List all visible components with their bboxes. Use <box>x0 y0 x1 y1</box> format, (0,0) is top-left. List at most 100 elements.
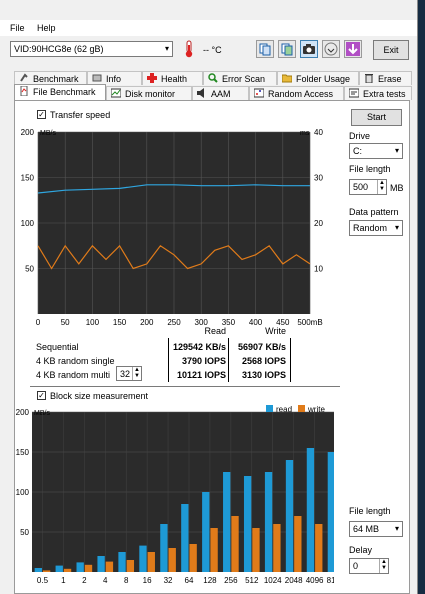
read-bar <box>76 562 84 572</box>
tab-aam[interactable]: AAM <box>192 86 249 100</box>
result-write: 2568 IOPS <box>241 356 286 366</box>
x-tick-label: 16 <box>143 576 152 585</box>
result-label: 4 KB random single <box>36 356 115 366</box>
x-tick-label: 2 <box>82 576 87 585</box>
copy-image-icon <box>281 43 293 56</box>
health-icon <box>147 73 157 83</box>
tab-random-access[interactable]: Random Access <box>249 86 344 100</box>
read-header: Read <box>204 326 226 336</box>
read-bar <box>181 504 189 572</box>
tab-benchmark[interactable]: Benchmark <box>14 71 87 85</box>
queue-depth-value: 32 <box>120 369 131 379</box>
tab-extra-tests-label: Extra tests <box>363 89 406 99</box>
legend-write-swatch <box>298 405 305 412</box>
error-scan-icon <box>208 73 218 83</box>
spin-arrows-icon[interactable]: ▲ ▼ <box>132 367 141 380</box>
data-pattern-value: Random <box>353 223 388 233</box>
menu-file[interactable]: File <box>10 23 25 33</box>
y-tick-label: 50 <box>25 265 34 274</box>
app-window: File Help VID:90HCG8e (62 gB) ▾ -- °C Ex… <box>0 0 418 594</box>
read-bar <box>285 460 294 572</box>
y-unit-label: MB/s <box>40 130 56 137</box>
y-tick-label: 150 <box>21 174 35 183</box>
write-bar <box>147 552 155 572</box>
x-tick-label: 4096 <box>306 576 324 585</box>
tab-info-label: Info <box>106 74 122 84</box>
download-button[interactable] <box>344 40 362 58</box>
result-row-sequential: Sequential 129542 KB/s 56907 KB/s <box>36 342 326 355</box>
read-bar <box>264 472 273 572</box>
block-file-length-select[interactable]: 64 MB ▾ <box>349 521 403 537</box>
tab-file-benchmark[interactable]: File Benchmark <box>14 84 106 100</box>
write-bar <box>84 564 93 572</box>
legend-read-label: read <box>276 405 292 414</box>
device-select[interactable]: VID:90HCG8e (62 gB) ▾ <box>10 41 173 57</box>
file-length-spinner[interactable]: 500 ▲ ▼ <box>349 179 387 195</box>
tab-disk-monitor[interactable]: Disk monitor <box>106 86 192 100</box>
x-tick-label: 1024 <box>264 576 282 585</box>
write-bar <box>252 528 260 572</box>
screenshot-icon <box>303 44 315 54</box>
menu-help[interactable]: Help <box>37 23 56 33</box>
delay-spinner[interactable]: 0 ▲ ▼ <box>349 558 389 574</box>
block-size-label: Block size measurement <box>50 391 149 401</box>
read-bar <box>118 552 126 572</box>
y2-unit-label: ms <box>300 130 310 137</box>
write-bar <box>105 561 114 572</box>
write-bar <box>315 524 323 572</box>
erase-icon <box>364 73 374 84</box>
transfer-speed-label: Transfer speed <box>50 110 111 120</box>
x-tick-label: 256 <box>224 576 238 585</box>
copy-text-button[interactable] <box>256 40 274 58</box>
save-button[interactable] <box>322 40 340 58</box>
queue-depth-spinner[interactable]: 32 ▲ ▼ <box>116 366 142 381</box>
tab-extra-tests[interactable]: Extra tests <box>344 86 412 100</box>
download-icon <box>346 42 360 56</box>
data-pattern-select[interactable]: Random ▾ <box>349 220 403 236</box>
exit-button[interactable]: Exit <box>373 40 409 60</box>
thermometer-icon <box>185 40 193 58</box>
drive-select[interactable]: C: ▾ <box>349 143 403 159</box>
copy-text-icon <box>259 43 271 56</box>
tab-row-bottom: File Benchmark Disk monitor AAM Random A… <box>14 84 412 100</box>
write-bar <box>231 516 239 572</box>
tab-disk-monitor-label: Disk monitor <box>125 89 176 99</box>
block-size-checkbox[interactable]: ✓ <box>37 391 46 400</box>
y-tick-label: 50 <box>20 528 29 537</box>
spin-arrows-icon[interactable]: ▲ ▼ <box>379 559 388 573</box>
folder-icon <box>281 73 293 83</box>
tab-folder-usage-label: Folder Usage <box>296 74 351 84</box>
delay-value: 0 <box>353 561 359 571</box>
chevron-down-icon: ▾ <box>394 524 399 533</box>
y2-tick-label: 30 <box>314 174 323 183</box>
read-bar <box>34 568 42 572</box>
desktop-background <box>417 0 425 594</box>
tab-erase[interactable]: Erase <box>359 71 412 85</box>
write-bar <box>210 528 218 572</box>
copy-image-button[interactable] <box>278 40 296 58</box>
tab-folder-usage[interactable]: Folder Usage <box>277 71 359 85</box>
tab-error-scan[interactable]: Error Scan <box>203 71 277 85</box>
write-bar <box>126 560 135 572</box>
aam-icon <box>197 88 207 98</box>
y-tick-label: 100 <box>16 488 30 497</box>
y2-tick-label: 10 <box>314 265 323 274</box>
y-tick-label: 100 <box>21 219 35 228</box>
screenshot-button[interactable] <box>300 40 318 58</box>
start-button[interactable]: Start <box>351 109 402 126</box>
x-tick-label: 8192 <box>327 576 334 585</box>
save-icon <box>324 42 338 56</box>
tab-health[interactable]: Health <box>142 71 203 85</box>
transfer-speed-checkbox[interactable]: ✓ <box>37 110 46 119</box>
x-tick-label: 128 <box>203 576 217 585</box>
tab-info[interactable]: Info <box>87 71 142 85</box>
file-length-label: File length <box>349 164 391 174</box>
file-length-unit: MB <box>390 183 404 193</box>
write-bar <box>168 548 176 572</box>
tab-random-access-label: Random Access <box>268 89 334 99</box>
result-read: 10121 IOPS <box>176 370 226 380</box>
y-tick-label: 200 <box>21 128 35 137</box>
drive-value: C: <box>353 146 362 156</box>
chevron-down-icon: ▾ <box>394 223 399 232</box>
spin-arrows-icon[interactable]: ▲ ▼ <box>377 180 386 194</box>
